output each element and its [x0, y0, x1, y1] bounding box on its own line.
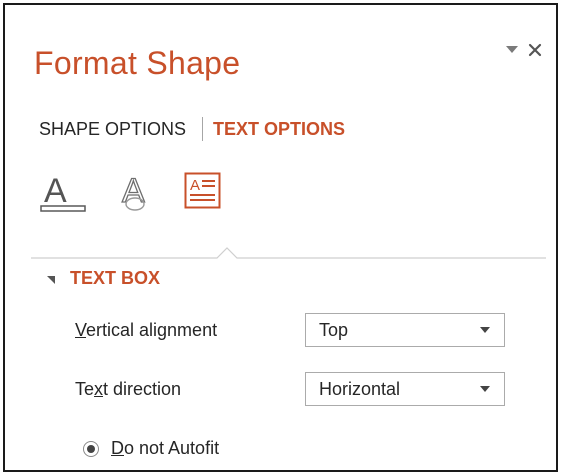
vertical-alignment-select[interactable]: Top	[305, 313, 505, 347]
svg-text:A: A	[190, 177, 200, 194]
close-icon[interactable]	[528, 43, 542, 57]
pane-controls	[506, 43, 542, 57]
vertical-alignment-label: Vertical alignment	[75, 320, 305, 341]
section-text-box-header[interactable]: TEXT BOX	[47, 268, 160, 289]
tab-separator	[202, 117, 204, 141]
text-options-icon-tabs: A A A	[39, 171, 225, 218]
select-value: Top	[319, 319, 349, 340]
text-direction-row: Text direction Horizontal	[75, 372, 505, 406]
select-value: Horizontal	[319, 378, 401, 399]
text-effects-icon[interactable]: A	[116, 171, 156, 218]
svg-text:A: A	[44, 172, 67, 210]
text-direction-label: Text direction	[75, 379, 305, 400]
mnemonic: D	[111, 438, 124, 458]
pane-menu-chevron-down-icon[interactable]	[506, 46, 518, 54]
do-not-autofit-label: Do not Autofit	[111, 438, 219, 459]
collapse-triangle-icon	[47, 275, 55, 284]
radio-dot-icon	[87, 444, 95, 453]
textbox-layout-icon[interactable]: A	[183, 171, 225, 218]
do-not-autofit-radio[interactable]	[83, 440, 99, 457]
mnemonic: x	[94, 378, 104, 399]
format-shape-pane: Format Shape SHAPE OPTIONS TEXT OPTIONS …	[3, 3, 558, 472]
label-text: o not Autofit	[124, 438, 220, 458]
label-text: ertical alignment	[86, 319, 218, 340]
options-tabs: SHAPE OPTIONS TEXT OPTIONS	[39, 117, 345, 141]
text-direction-select[interactable]: Horizontal	[305, 372, 505, 406]
mnemonic: V	[75, 319, 87, 340]
pane-title: Format Shape	[34, 45, 241, 81]
do-not-autofit-radio-row[interactable]: Do not Autofit	[83, 438, 219, 459]
chevron-down-icon	[480, 386, 490, 392]
text-fill-outline-icon[interactable]: A	[39, 171, 89, 218]
section-label: TEXT BOX	[70, 268, 161, 288]
chevron-down-icon	[480, 327, 490, 333]
label-text: Te	[75, 378, 95, 399]
vertical-alignment-row: Vertical alignment Top	[75, 313, 505, 347]
tab-text-options[interactable]: TEXT OPTIONS	[213, 119, 345, 140]
section-divider	[31, 247, 546, 259]
label-text: t direction	[103, 378, 182, 399]
tab-shape-options[interactable]: SHAPE OPTIONS	[39, 119, 186, 140]
